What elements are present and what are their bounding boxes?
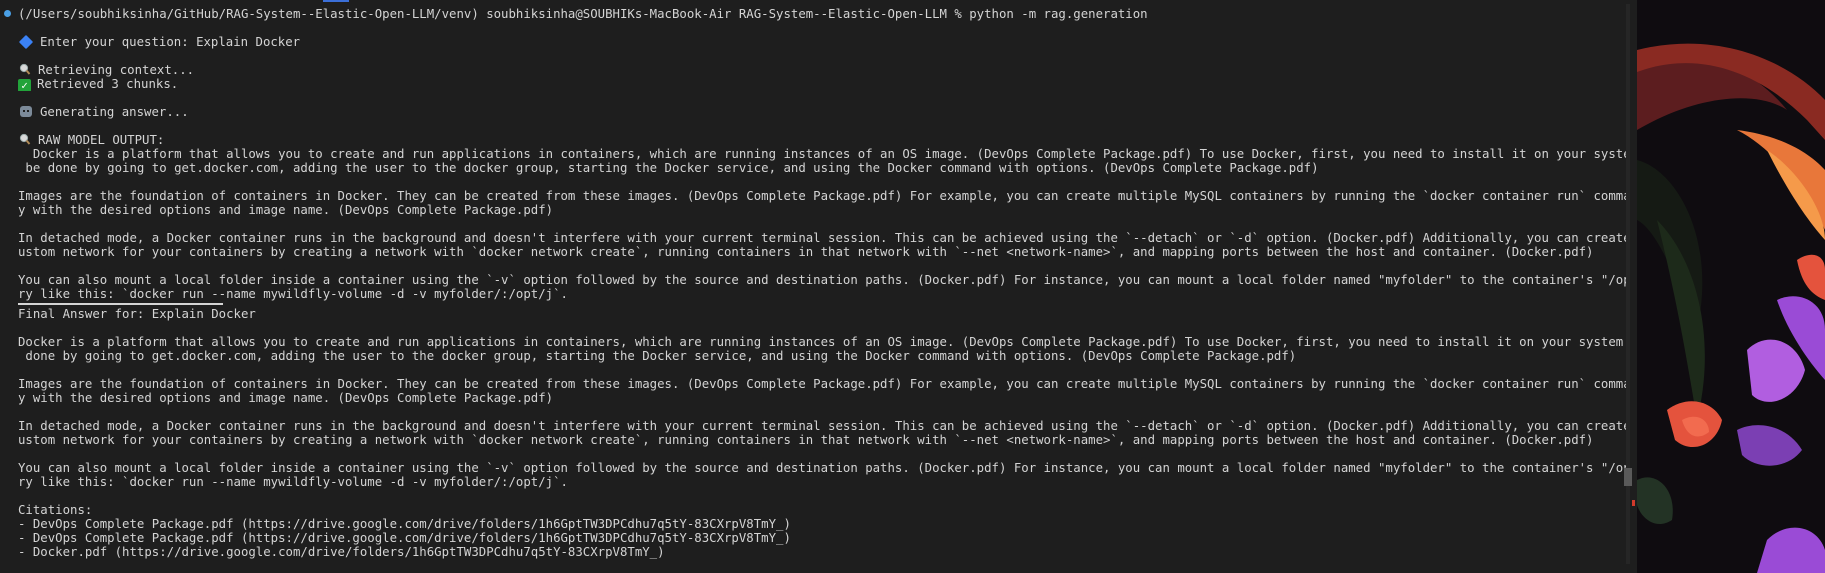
magnifier-icon	[19, 63, 31, 75]
scrollbar-thumb[interactable]	[1624, 468, 1632, 486]
citation-item: - DevOps Complete Package.pdf (https://d…	[18, 531, 791, 545]
wallpaper-art	[1637, 0, 1825, 573]
raw-output-line: You can also mount a local folder inside…	[18, 273, 1630, 287]
raw-output-header: RAW MODEL OUTPUT:	[18, 133, 1630, 147]
citation-item: - Docker.pdf (https://drive.google.com/d…	[18, 545, 665, 559]
terminal-window[interactable]: (/Users/soubhiksinha/GitHub/RAG-System--…	[0, 0, 1637, 573]
final-answer-line: ustom network for your containers by cre…	[18, 433, 1594, 447]
scroll-marker	[1632, 500, 1635, 506]
final-answer-line: In detached mode, a Docker container run…	[18, 419, 1630, 433]
final-answer-line: ry like this: `docker run --name mywildf…	[18, 475, 568, 489]
final-answer-header: Final Answer for: Explain Docker	[18, 307, 256, 321]
raw-output-line: y with the desired options and image nam…	[18, 203, 554, 217]
raw-output-line: In detached mode, a Docker container run…	[18, 231, 1630, 245]
robot-icon	[20, 106, 32, 117]
command-status-dot	[4, 10, 11, 17]
terminal-output[interactable]: (/Users/soubhiksinha/GitHub/RAG-System--…	[18, 7, 1630, 559]
generating-line: Generating answer...	[18, 105, 1630, 119]
blue-diamond-icon	[18, 35, 34, 49]
final-answer-line: y with the desired options and image nam…	[18, 391, 554, 405]
raw-output-line: be done by going to get.docker.com, addi…	[18, 161, 1319, 175]
raw-output-line: ustom network for your containers by cre…	[18, 245, 1594, 259]
check-icon: ✓	[18, 79, 31, 91]
raw-output-line: ry like this: `docker run --name mywildf…	[18, 287, 568, 301]
citations-header: Citations:	[18, 503, 93, 517]
prompt-line: (/Users/soubhiksinha/GitHub/RAG-System--…	[18, 7, 1148, 21]
retrieving-line: Retrieving context...	[18, 63, 1630, 77]
magnifier-icon	[19, 133, 31, 145]
tab-indicator	[323, 0, 349, 2]
retrieved-line: ✓ Retrieved 3 chunks.	[18, 77, 1630, 91]
question-line: Enter your question: Explain Docker	[18, 35, 1630, 49]
raw-output-line: Images are the foundation of containers …	[18, 189, 1630, 203]
raw-output-line: Docker is a platform that allows you to …	[18, 147, 1630, 161]
citation-item: - DevOps Complete Package.pdf (https://d…	[18, 517, 791, 531]
final-answer-line: done by going to get.docker.com, adding …	[18, 349, 1297, 363]
final-answer-line: You can also mount a local folder inside…	[18, 461, 1630, 475]
desktop-wallpaper	[1637, 0, 1825, 573]
final-answer-line: Images are the foundation of containers …	[18, 377, 1630, 391]
final-answer-line: Docker is a platform that allows you to …	[18, 335, 1630, 349]
section-divider	[18, 303, 223, 305]
